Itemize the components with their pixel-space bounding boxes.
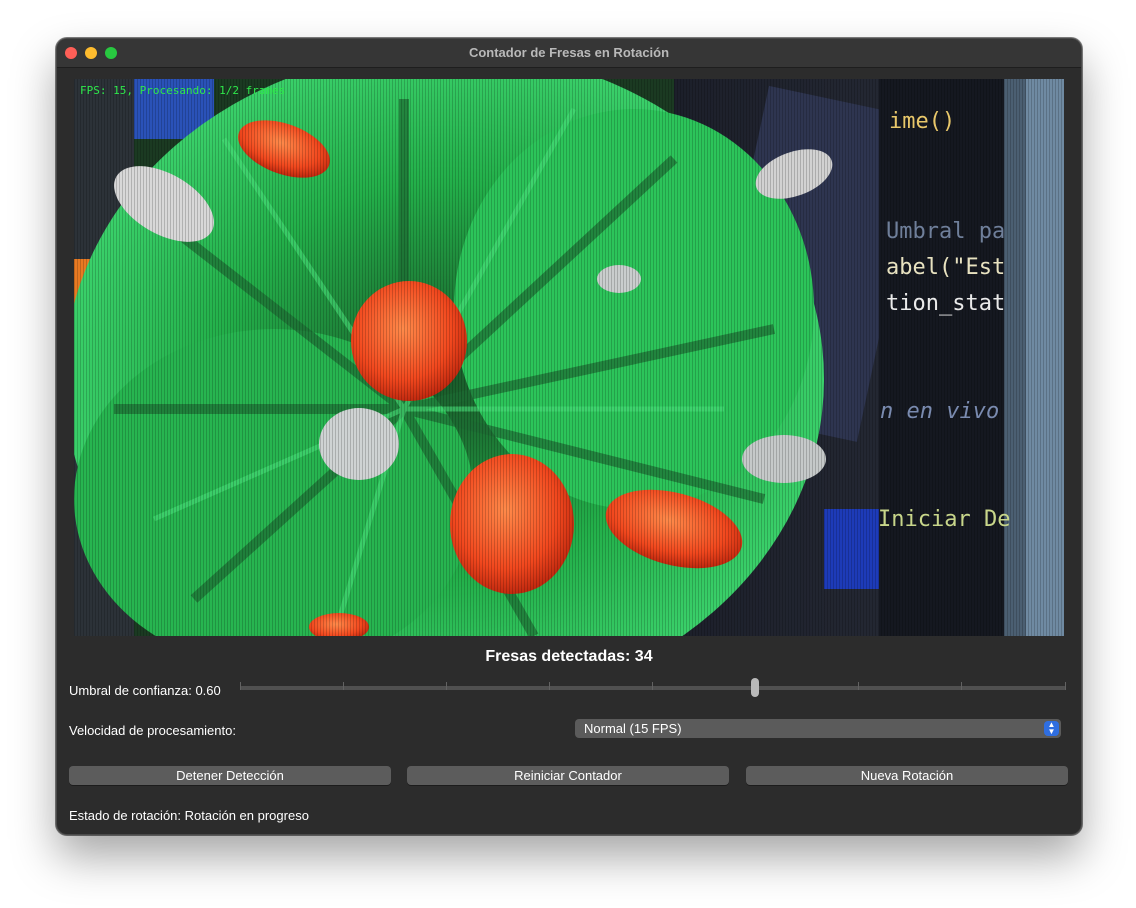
new-rotation-button[interactable]: Nueva Rotación [746,766,1068,785]
speed-select-value: Normal (15 FPS) [584,721,682,736]
app-window: Contador de Fresas en Rotación FPS: 15, … [56,38,1082,835]
confidence-label: Umbral de confianza: 0.60 [69,683,221,698]
rotation-status: Estado de rotación: Rotación en progreso [69,808,309,823]
slider-tick [652,682,653,690]
strawberry-count: Fresas detectadas: 34 [485,648,653,665]
slider-tick [1065,682,1066,690]
slider-tick [961,682,962,690]
confidence-slider-thumb[interactable] [751,678,759,697]
code-line: n en vivo [880,399,1000,424]
chevron-up-down-icon: ▲ ▼ [1044,721,1059,736]
window-title: Contador de Fresas en Rotación [468,45,670,60]
slider-tick [549,682,550,690]
code-line: Umbral pa [886,219,1006,244]
code-line: Iniciar De [878,507,1011,532]
slider-tick [343,682,344,690]
speed-label: Velocidad de procesamiento: [69,723,236,738]
code-line: ime() [889,109,956,134]
confidence-slider[interactable] [240,686,1066,690]
fps-overlay: FPS: 15, Procesando: 1/2 frames [80,84,286,97]
code-line: abel("Est [886,255,1006,280]
camera-feed: FPS: 15, Procesando: 1/2 frames ime() Um… [74,79,1064,636]
title-bar: Contador de Fresas en Rotación [57,39,1081,68]
code-line: tion_stat [886,291,1006,316]
camera-frame-image [74,79,1064,636]
speed-select[interactable]: Normal (15 FPS) ▲ ▼ [575,719,1061,738]
slider-tick [446,682,447,690]
reset-counter-button[interactable]: Reiniciar Contador [407,766,729,785]
slider-tick [240,682,241,690]
slider-tick [858,682,859,690]
stop-detection-button[interactable]: Detener Detección [69,766,391,785]
